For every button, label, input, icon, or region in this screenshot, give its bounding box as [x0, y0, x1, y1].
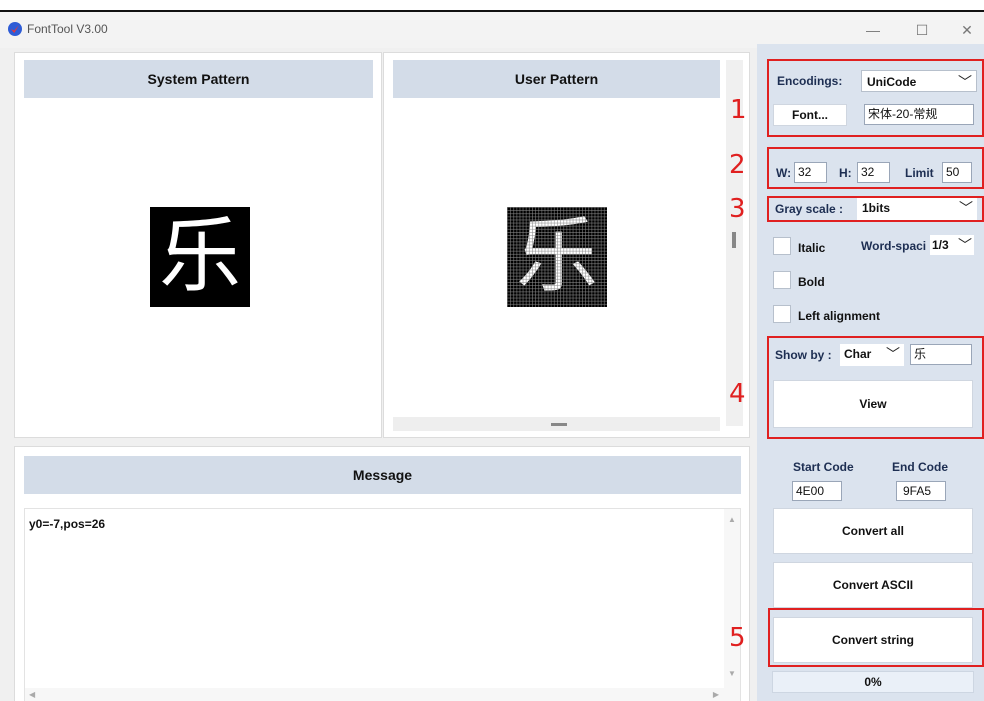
- view-button[interactable]: View: [773, 380, 973, 428]
- annotation-number-3: 3: [729, 194, 746, 224]
- convert-string-button[interactable]: Convert string: [773, 617, 973, 663]
- word-spacing-label: Word-spaci: [861, 239, 927, 253]
- height-input[interactable]: 32: [857, 162, 890, 183]
- close-button[interactable]: ✕: [950, 18, 984, 42]
- user-glyph-preview[interactable]: 乐: [507, 207, 607, 307]
- scroll-down-arrow-icon[interactable]: ▼: [728, 669, 736, 678]
- user-pattern-header: User Pattern: [393, 60, 720, 98]
- convert-ascii-button[interactable]: Convert ASCII: [773, 562, 973, 608]
- minimize-button[interactable]: —: [856, 18, 890, 42]
- system-glyph-char: 乐: [158, 209, 241, 304]
- convert-all-button[interactable]: Convert all: [773, 508, 973, 554]
- left-alignment-label: Left alignment: [798, 309, 881, 323]
- end-code-input[interactable]: 9FA5: [896, 481, 946, 501]
- word-spacing-value: 1/3: [932, 238, 949, 252]
- grayscale-select[interactable]: 1bits ﹀: [857, 198, 977, 220]
- grayscale-select-value: 1bits: [862, 201, 891, 215]
- message-header: Message: [24, 456, 741, 494]
- height-label: H:: [839, 166, 852, 180]
- message-horizontal-scrollbar[interactable]: ◀ ▶: [25, 688, 725, 701]
- width-input[interactable]: 32: [794, 162, 827, 183]
- system-glyph-preview: 乐: [150, 207, 250, 307]
- grayscale-label: Gray scale :: [775, 202, 844, 216]
- window-title: FontTool V3.00: [27, 22, 108, 36]
- width-label: W:: [776, 166, 792, 180]
- bold-checkbox[interactable]: [773, 271, 791, 289]
- app-logo-icon: [8, 22, 22, 36]
- font-button[interactable]: Font...: [773, 104, 847, 126]
- left-alignment-checkbox[interactable]: [773, 305, 791, 323]
- annotation-number-4: 4: [729, 379, 746, 409]
- user-pattern-panel: User Pattern 乐: [383, 52, 750, 438]
- encodings-label: Encodings:: [777, 74, 843, 88]
- settings-sidebar: Encodings: UniCode ﹀ Font... 宋体-20-常规 W:…: [757, 44, 984, 701]
- scroll-up-arrow-icon[interactable]: ▲: [728, 515, 736, 524]
- annotation-number-1: 1: [730, 95, 747, 125]
- bold-label: Bold: [798, 275, 825, 289]
- horizontal-scroll-thumb[interactable]: [551, 423, 567, 426]
- title-bar: FontTool V3.00 — ☐ ✕: [0, 12, 984, 48]
- message-log-text: y0=-7,pos=26: [29, 517, 106, 531]
- showby-char-input[interactable]: 乐: [910, 344, 972, 365]
- limit-label: Limit: [905, 166, 934, 180]
- start-code-label: Start Code: [793, 460, 854, 474]
- encodings-select[interactable]: UniCode ﹀: [861, 70, 977, 92]
- system-pattern-header: System Pattern: [24, 60, 373, 98]
- font-name-field[interactable]: 宋体-20-常规: [864, 104, 974, 125]
- scroll-left-arrow-icon[interactable]: ◀: [29, 690, 35, 699]
- pixel-grid: [507, 207, 607, 307]
- chevron-down-icon: ﹀: [958, 74, 972, 90]
- vertical-scroll-thumb[interactable]: [732, 232, 736, 248]
- showby-label: Show by :: [775, 348, 832, 362]
- chevron-down-icon: ﹀: [958, 237, 972, 253]
- maximize-button[interactable]: ☐: [905, 18, 939, 42]
- word-spacing-select[interactable]: 1/3 ﹀: [930, 235, 974, 255]
- chevron-down-icon: ﹀: [886, 346, 900, 362]
- end-code-label: End Code: [892, 460, 948, 474]
- encodings-select-value: UniCode: [867, 75, 917, 89]
- chevron-down-icon: ﹀: [959, 200, 973, 216]
- start-code-input[interactable]: 4E00: [792, 481, 842, 501]
- system-pattern-panel: System Pattern 乐: [14, 52, 382, 438]
- limit-input[interactable]: 50: [942, 162, 972, 183]
- annotation-number-5: 5: [729, 623, 746, 653]
- scroll-right-arrow-icon[interactable]: ▶: [713, 690, 719, 699]
- progress-bar: 0%: [772, 671, 974, 693]
- message-log[interactable]: y0=-7,pos=26 ▲ ▼ ◀ ▶: [24, 508, 741, 701]
- annotation-number-2: 2: [729, 150, 746, 180]
- message-vertical-scrollbar[interactable]: ▲ ▼: [724, 509, 740, 701]
- user-pattern-horizontal-scrollbar[interactable]: [393, 417, 720, 431]
- italic-checkbox[interactable]: [773, 237, 791, 255]
- showby-select[interactable]: Char ﹀: [840, 344, 904, 366]
- showby-select-value: Char: [844, 347, 872, 361]
- italic-label: Italic: [798, 241, 826, 255]
